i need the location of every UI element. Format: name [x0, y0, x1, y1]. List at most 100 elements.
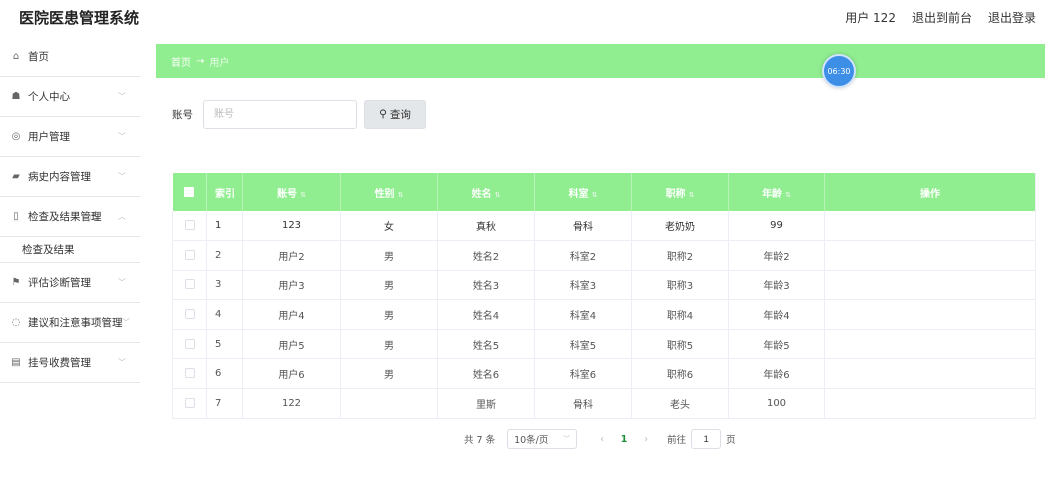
- cell-gender: 男: [340, 329, 438, 360]
- cell-name: 姓名3: [437, 270, 535, 301]
- row-checkbox[interactable]: [172, 240, 207, 271]
- cell-actions[interactable]: [824, 299, 1036, 330]
- table-body: 1 123 女真秋 骨科 老奶奶 99 2 用户2 男姓名2 科室2 职称2 年龄2 3 用户3 男姓名3 科…: [172, 211, 1036, 419]
- column-header-gender[interactable]: 性别 ⇅: [340, 173, 438, 211]
- sidebar-item-user-management[interactable]: ◎ 用户管理 ﹀: [0, 117, 140, 157]
- column-header-account[interactable]: 账号 ⇅: [242, 173, 341, 211]
- chevron-down-icon: ﹀: [118, 278, 126, 287]
- top-links: 用户 122 退出到前台 退出登录: [845, 9, 1036, 26]
- pagination-total: 共 7 条: [464, 435, 496, 446]
- sidebar-item-diagnosis-management[interactable]: ⚑ 评估诊断管理 ﹀: [0, 263, 140, 303]
- row-checkbox[interactable]: [172, 329, 207, 360]
- cell-actions[interactable]: [824, 358, 1036, 390]
- table-row[interactable]: 3 用户3 男姓名3 科室3 职称3 年龄3: [172, 270, 1036, 301]
- cell-name: 里斯: [437, 388, 535, 419]
- cell-title: 职称6: [631, 358, 729, 390]
- cell-account: 122: [242, 388, 341, 419]
- page-jump-input[interactable]: [691, 429, 722, 449]
- cell-gender: 男: [340, 240, 438, 271]
- cell-name: 姓名2: [437, 240, 535, 271]
- chevron-down-icon: ﹀: [118, 132, 126, 141]
- table-row[interactable]: 2 用户2 男姓名2 科室2 职称2 年龄2: [172, 240, 1036, 271]
- sidebar-item-label: 病史内容管理: [28, 171, 91, 183]
- sort-icon[interactable]: ⇅: [398, 191, 404, 199]
- cell-age: 年龄3: [728, 270, 825, 301]
- cell-name: 姓名6: [437, 358, 535, 390]
- sidebar-item-personal-center[interactable]: ☗ 个人中心 ﹀: [0, 77, 140, 117]
- cell-title: 老奶奶: [631, 211, 729, 242]
- cell-index: 5: [206, 329, 243, 360]
- cell-department: 骨科: [534, 388, 632, 419]
- row-checkbox[interactable]: [172, 299, 207, 330]
- breadcrumb-current: 用户: [209, 57, 230, 69]
- search-button-label: 查询: [389, 108, 411, 121]
- sidebar-subitem-exam-results[interactable]: 检查及结果: [0, 237, 140, 263]
- circle-icon: ◌: [11, 317, 21, 328]
- cell-department: 科室4: [534, 299, 632, 330]
- person-icon: ☗: [11, 91, 21, 102]
- chevron-down-icon: ﹀: [118, 172, 126, 181]
- select-all-checkbox[interactable]: [172, 173, 207, 211]
- sidebar-item-advice-management[interactable]: ◌ 建议和注意事项管理 ﹀: [0, 303, 140, 343]
- page-size-select[interactable]: 10条/页 ﹀: [507, 429, 578, 449]
- cell-department: 科室3: [534, 270, 632, 301]
- cell-age: 年龄6: [728, 358, 825, 390]
- user-table: 索引 账号 ⇅ 性别 ⇅ 姓名 ⇅ 科室 ⇅ 职称 ⇅ 年龄 ⇅ 操作 1 123 女真秋 骨科老…: [172, 173, 1036, 419]
- sidebar-item-label: 个人中心: [28, 91, 70, 103]
- cell-title: 职称5: [631, 329, 729, 360]
- cell-age: 99: [728, 211, 825, 242]
- cell-title: 老头: [631, 388, 729, 419]
- column-header-department[interactable]: 科室 ⇅: [534, 173, 632, 211]
- sort-icon[interactable]: ⇅: [495, 191, 501, 199]
- cell-actions[interactable]: [824, 388, 1036, 419]
- cell-account: 用户5: [242, 329, 341, 360]
- row-checkbox[interactable]: [172, 211, 207, 242]
- column-header-title[interactable]: 职称 ⇅: [631, 173, 729, 211]
- breadcrumb-home[interactable]: 首页: [171, 54, 191, 69]
- cell-actions[interactable]: [824, 240, 1036, 271]
- sort-icon[interactable]: ⇅: [689, 191, 695, 199]
- search-icon: ⚲: [379, 108, 387, 120]
- table-row[interactable]: 6 用户6 男姓名6 科室6 职称6 年龄6: [172, 358, 1036, 390]
- next-page-button[interactable]: ›: [635, 434, 657, 445]
- user-manage-icon: ◎: [11, 131, 21, 142]
- table-row[interactable]: 4 用户4 男姓名4 科室4 职称4 年龄4: [172, 299, 1036, 330]
- logout-link[interactable]: 退出登录: [988, 9, 1036, 26]
- table-row[interactable]: 7 122 里斯 骨科 老头 100: [172, 388, 1036, 419]
- table-row[interactable]: 5 用户5 男姓名5 科室5 职称5 年龄5: [172, 329, 1036, 360]
- search-button[interactable]: ⚲ 查询: [364, 99, 426, 129]
- table-row[interactable]: 1 123 女真秋 骨科 老奶奶 99: [172, 211, 1036, 242]
- sidebar-item-history-management[interactable]: ▰ 病史内容管理 ﹀: [0, 157, 140, 197]
- ticket-icon: ▤: [11, 357, 21, 368]
- sort-icon[interactable]: ⇅: [592, 191, 598, 199]
- sidebar-item-label: 建议和注意事项管理: [28, 317, 123, 329]
- sidebar: ⌂ 首页 ☗ 个人中心 ﹀ ◎ 用户管理 ﹀ ▰ 病史内容管理 ﹀ ▯ 检查及结…: [0, 37, 140, 496]
- cell-actions[interactable]: [824, 211, 1036, 242]
- page-number-current[interactable]: 1: [613, 434, 635, 445]
- breadcrumb: 首页 → 用户: [156, 44, 1045, 78]
- sort-icon[interactable]: ⇅: [785, 191, 791, 199]
- cell-gender: 男: [340, 299, 438, 330]
- cell-actions[interactable]: [824, 329, 1036, 360]
- top-bar: 医院医患管理系统 用户 122 退出到前台 退出登录: [0, 0, 1050, 34]
- column-header-name[interactable]: 姓名 ⇅: [437, 173, 535, 211]
- sidebar-item-home[interactable]: ⌂ 首页: [0, 37, 140, 77]
- cell-age: 年龄2: [728, 240, 825, 271]
- exit-to-front-link[interactable]: 退出到前台: [912, 9, 972, 26]
- cell-title: 职称2: [631, 240, 729, 271]
- account-search-input[interactable]: [203, 99, 357, 129]
- row-checkbox[interactable]: [172, 388, 207, 419]
- home-icon: ⌂: [12, 51, 20, 62]
- page-size-value: 10条/页: [514, 435, 549, 446]
- chevron-up-icon: ︿: [118, 212, 126, 221]
- row-checkbox[interactable]: [172, 270, 207, 301]
- timer-badge: 06:30: [822, 54, 856, 88]
- sidebar-item-registration-fee-management[interactable]: ▤ 挂号收费管理 ﹀: [0, 343, 140, 383]
- column-header-actions: 操作: [824, 173, 1036, 211]
- sidebar-item-exam-management[interactable]: ▯ 检查及结果管理 ☝ ︿: [0, 197, 140, 237]
- column-header-age[interactable]: 年龄 ⇅: [728, 173, 825, 211]
- row-checkbox[interactable]: [172, 358, 207, 390]
- cell-actions[interactable]: [824, 270, 1036, 301]
- sort-icon[interactable]: ⇅: [300, 191, 306, 199]
- prev-page-button[interactable]: ‹: [591, 434, 613, 445]
